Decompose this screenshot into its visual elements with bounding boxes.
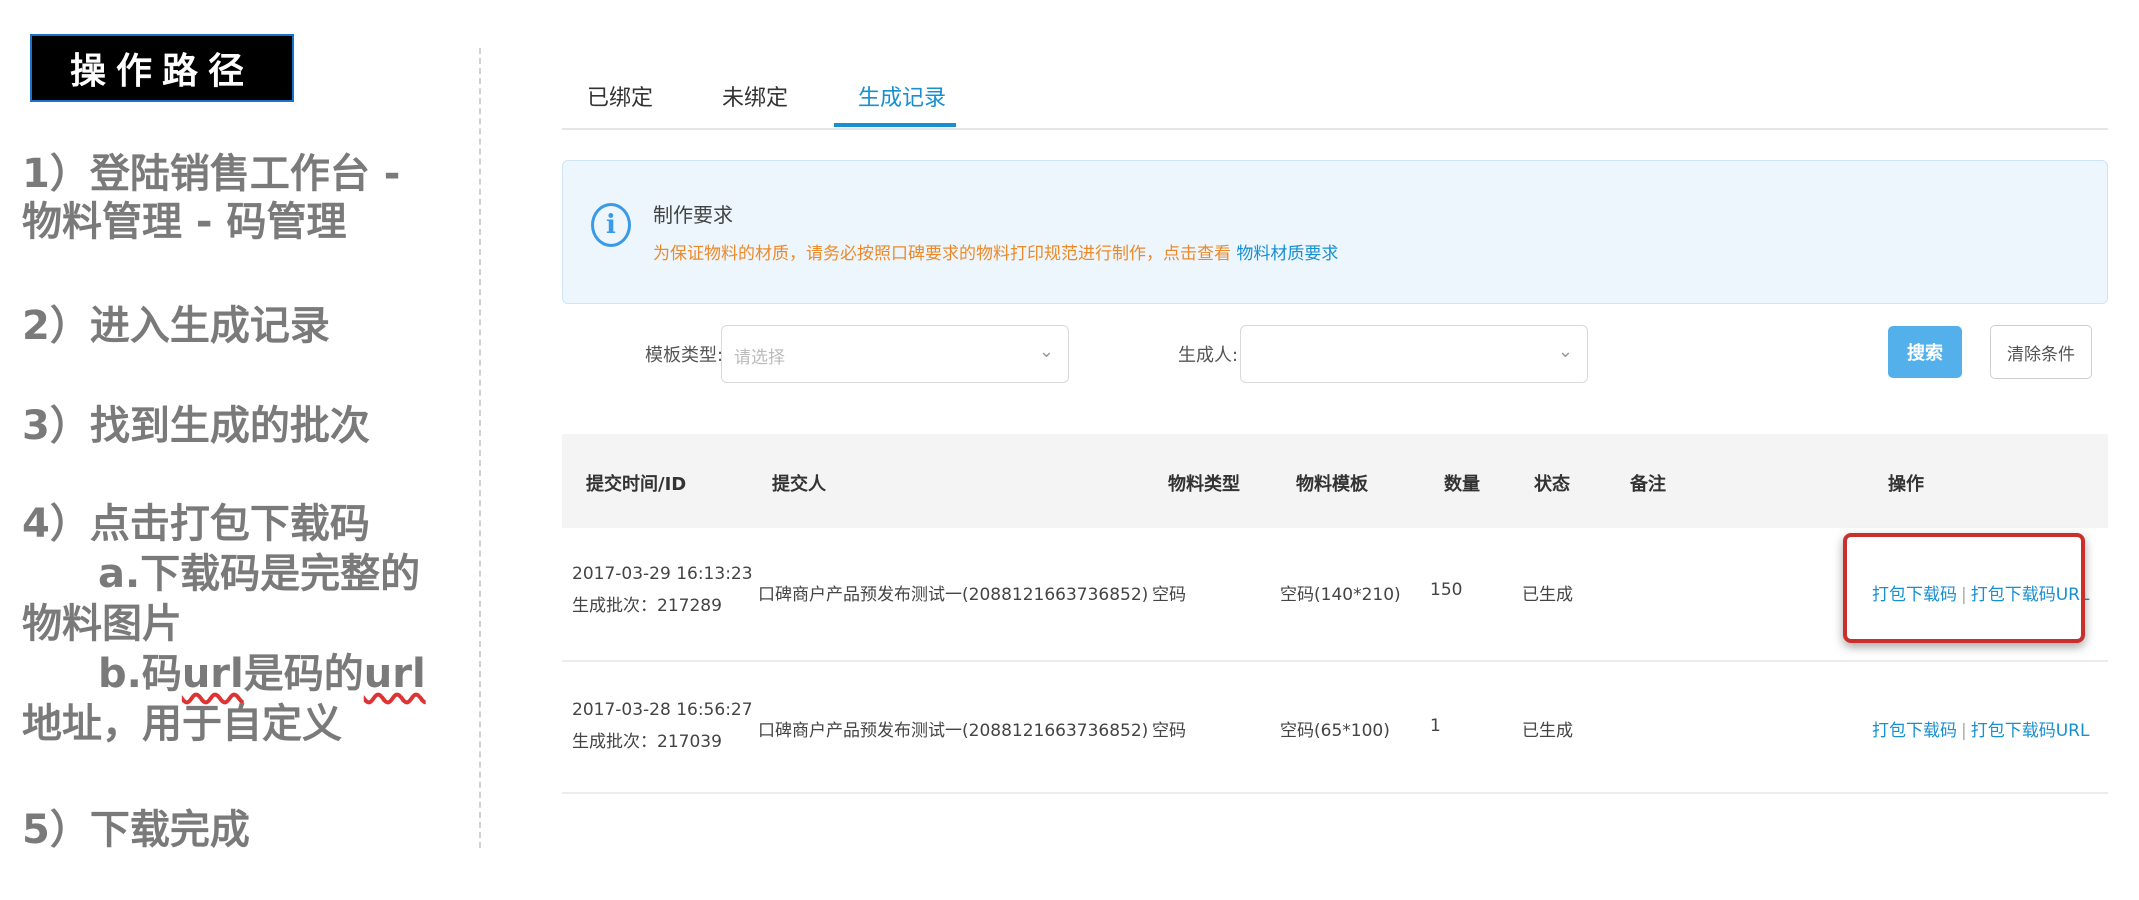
guide-title: 操作路径 (32, 36, 292, 100)
col-remark: 备注 (1630, 474, 1666, 495)
step-3: 3）找到生成的批次 (22, 403, 370, 449)
step-4-line-4: b.码url是码的url (98, 651, 426, 697)
search-button[interactable]: 搜索 (1888, 326, 1962, 378)
row-actions: 打包下载码 | 打包下载码URL (1872, 721, 2090, 741)
row-type: 空码 (1152, 721, 1186, 741)
table-row: 2017-03-28 16:56:27 生成批次：217039 口碑商户产品预发… (562, 660, 2108, 794)
requirements-notice: i 制作要求 为保证物料的材质，请务必按照口碑要求的物料打印规范进行制作，点击查… (562, 160, 2108, 304)
clear-filters-button[interactable]: 清除条件 (1990, 325, 2092, 379)
creator-select[interactable]: ⌄ (1240, 325, 1588, 383)
active-tab-indicator (834, 123, 956, 127)
step-1-line-2: 物料管理 - 码管理 (22, 199, 347, 245)
col-material-type: 物料类型 (1168, 474, 1240, 495)
download-code-url-link[interactable]: 打包下载码URL (1971, 721, 2090, 741)
col-submitter: 提交人 (772, 474, 826, 495)
row-quantity: 150 (1430, 580, 1463, 600)
row-template: 空码(65*100) (1280, 721, 1390, 741)
template-type-label: 模板类型: (645, 345, 724, 366)
row-template: 空码(140*210) (1280, 585, 1401, 605)
row-time: 2017-03-29 16:13:23 生成批次：217289 (572, 564, 753, 616)
dashed-divider (479, 48, 481, 848)
download-codes-link[interactable]: 打包下载码 (1872, 721, 1957, 741)
notice-title: 制作要求 (653, 203, 733, 227)
material-requirements-link[interactable]: 物料材质要求 (1236, 244, 1338, 264)
chevron-down-icon: ⌄ (1038, 341, 1054, 362)
tab-unbound[interactable]: 未绑定 (722, 80, 788, 112)
row-status: 已生成 (1522, 585, 1573, 605)
template-type-placeholder: 请选择 (734, 348, 785, 368)
info-circle-icon: i (591, 203, 631, 247)
notice-text: 为保证物料的材质，请务必按照口碑要求的物料打印规范进行制作，点击查看 物料材质要… (653, 244, 1339, 264)
table-header: 提交时间/ID 提交人 物料类型 物料模板 数量 状态 备注 操作 (562, 434, 2108, 528)
chevron-down-icon: ⌄ (1557, 341, 1573, 362)
step-2: 2）进入生成记录 (22, 303, 330, 349)
row-submitter: 口碑商户产品预发布测试一(2088121663736852) (758, 721, 1149, 741)
creator-label: 生成人: (1178, 345, 1239, 366)
step-1-line-1: 1）登陆销售工作台 - (22, 151, 401, 197)
step-4-line-1: 4）点击打包下载码 (22, 501, 370, 547)
guide-panel: 操作路径 1）登陆销售工作台 - 物料管理 - 码管理 2）进入生成记录 3）找… (0, 0, 470, 900)
row-status: 已生成 (1522, 721, 1573, 741)
highlight-annotation-box (1843, 533, 2085, 643)
step-4-line-3: 物料图片 (22, 601, 182, 647)
step-5: 5）下载完成 (22, 807, 250, 853)
row-submitter: 口碑商户产品预发布测试一(2088121663736852) (758, 585, 1149, 605)
step-4-line-2: a.下载码是完整的 (98, 551, 421, 597)
tab-bound[interactable]: 已绑定 (587, 80, 653, 112)
tab-bar: 已绑定 未绑定 生成记录 (562, 60, 2108, 130)
col-material-template: 物料模板 (1296, 474, 1368, 495)
row-type: 空码 (1152, 585, 1186, 605)
template-type-select[interactable]: 请选择 ⌄ (721, 325, 1069, 383)
step-4-line-5: 地址，用于自定义 (22, 701, 342, 747)
col-quantity: 数量 (1444, 474, 1480, 495)
tab-generation-records[interactable]: 生成记录 (858, 80, 946, 112)
col-submit-time: 提交时间/ID (586, 474, 687, 495)
row-time: 2017-03-28 16:56:27 生成批次：217039 (572, 700, 753, 752)
col-status: 状态 (1534, 474, 1570, 495)
col-actions: 操作 (1888, 474, 1924, 495)
row-quantity: 1 (1430, 716, 1441, 736)
